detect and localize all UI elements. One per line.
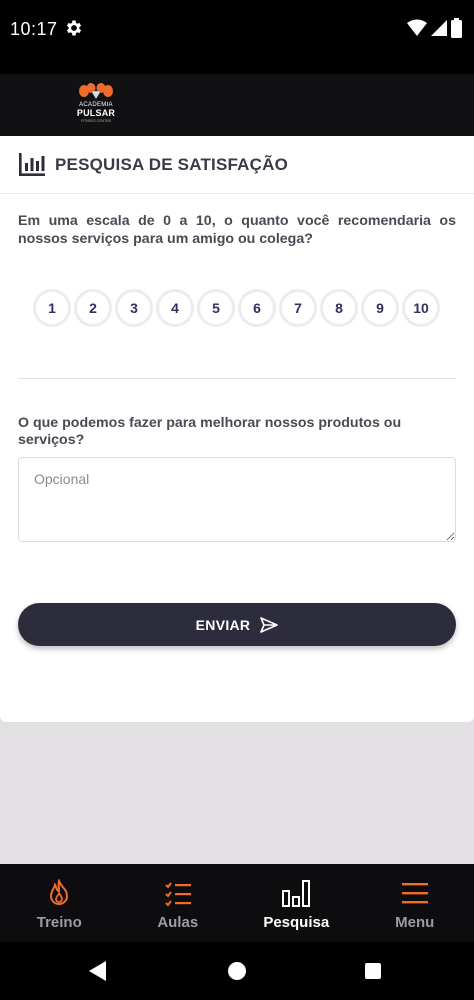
app-header: ACADEMIA PULSAR FITNESS CENTER [0, 74, 474, 136]
gear-icon [66, 20, 82, 36]
battery-icon [451, 18, 462, 38]
rating-option-9[interactable]: 9 [361, 289, 399, 327]
submit-button[interactable]: ENVIAR [18, 603, 456, 646]
checklist-icon [165, 882, 191, 907]
rating-option-3[interactable]: 3 [115, 289, 153, 327]
nav-item-pesquisa[interactable]: Pesquisa [237, 864, 356, 942]
nav-item-aulas[interactable]: Aulas [119, 864, 238, 942]
question-recommend: Em uma escala de 0 a 10, o quanto você r… [18, 213, 456, 247]
nav-label-aulas: Aulas [157, 914, 199, 931]
divider [18, 378, 456, 379]
rating-option-4[interactable]: 4 [156, 289, 194, 327]
home-icon[interactable] [228, 962, 246, 980]
status-bar: 10:17 [0, 0, 474, 60]
wifi-icon [407, 19, 427, 36]
submit-label: ENVIAR [195, 616, 251, 633]
rating-option-1[interactable]: 1 [33, 289, 71, 327]
bottom-nav: Treino Aulas Pesquisa Menu [0, 864, 474, 942]
rating-option-10[interactable]: 10 [402, 289, 440, 327]
nav-label-pesquisa: Pesquisa [263, 914, 330, 931]
bar-chart-icon [282, 880, 311, 907]
feedback-textarea[interactable] [18, 457, 456, 542]
survey-card: PESQUISA DE SATISFAÇÃO Em uma escala de … [0, 136, 474, 722]
signal-icon [431, 20, 447, 36]
rating-option-5[interactable]: 5 [197, 289, 235, 327]
page-title: PESQUISA DE SATISFAÇÃO [55, 155, 288, 174]
rating-option-8[interactable]: 8 [320, 289, 358, 327]
logo-line2: PULSAR [76, 108, 116, 118]
nav-label-treino: Treino [36, 914, 82, 931]
rating-option-2[interactable]: 2 [74, 289, 112, 327]
back-icon[interactable] [89, 961, 107, 981]
nav-item-treino[interactable]: Treino [0, 864, 119, 942]
status-time: 10:17 [10, 19, 58, 39]
rating-scale: 1 2 3 4 5 6 7 8 9 10 [33, 289, 440, 327]
nav-item-menu[interactable]: Menu [356, 864, 474, 942]
rating-option-7[interactable]: 7 [279, 289, 317, 327]
card-header: PESQUISA DE SATISFAÇÃO [0, 136, 474, 194]
hamburger-icon [401, 883, 428, 904]
status-icons [407, 18, 462, 38]
nav-label-menu: Menu [395, 914, 435, 931]
send-icon [260, 616, 279, 633]
phone-screen: 10:17 ACADEMIA PULSAR FITNESS CENTER PES… [0, 0, 474, 1000]
academy-logo[interactable]: ACADEMIA PULSAR FITNESS CENTER [74, 80, 118, 130]
bar-chart-icon [19, 153, 45, 176]
rating-option-6[interactable]: 6 [238, 289, 276, 327]
recents-icon[interactable] [365, 963, 381, 979]
logo-line3: FITNESS CENTER [80, 119, 112, 123]
logo-emblem-icon [79, 83, 113, 100]
question-improve: O que podemos fazer para melhorar nossos… [18, 415, 402, 448]
flame-icon [50, 879, 69, 905]
